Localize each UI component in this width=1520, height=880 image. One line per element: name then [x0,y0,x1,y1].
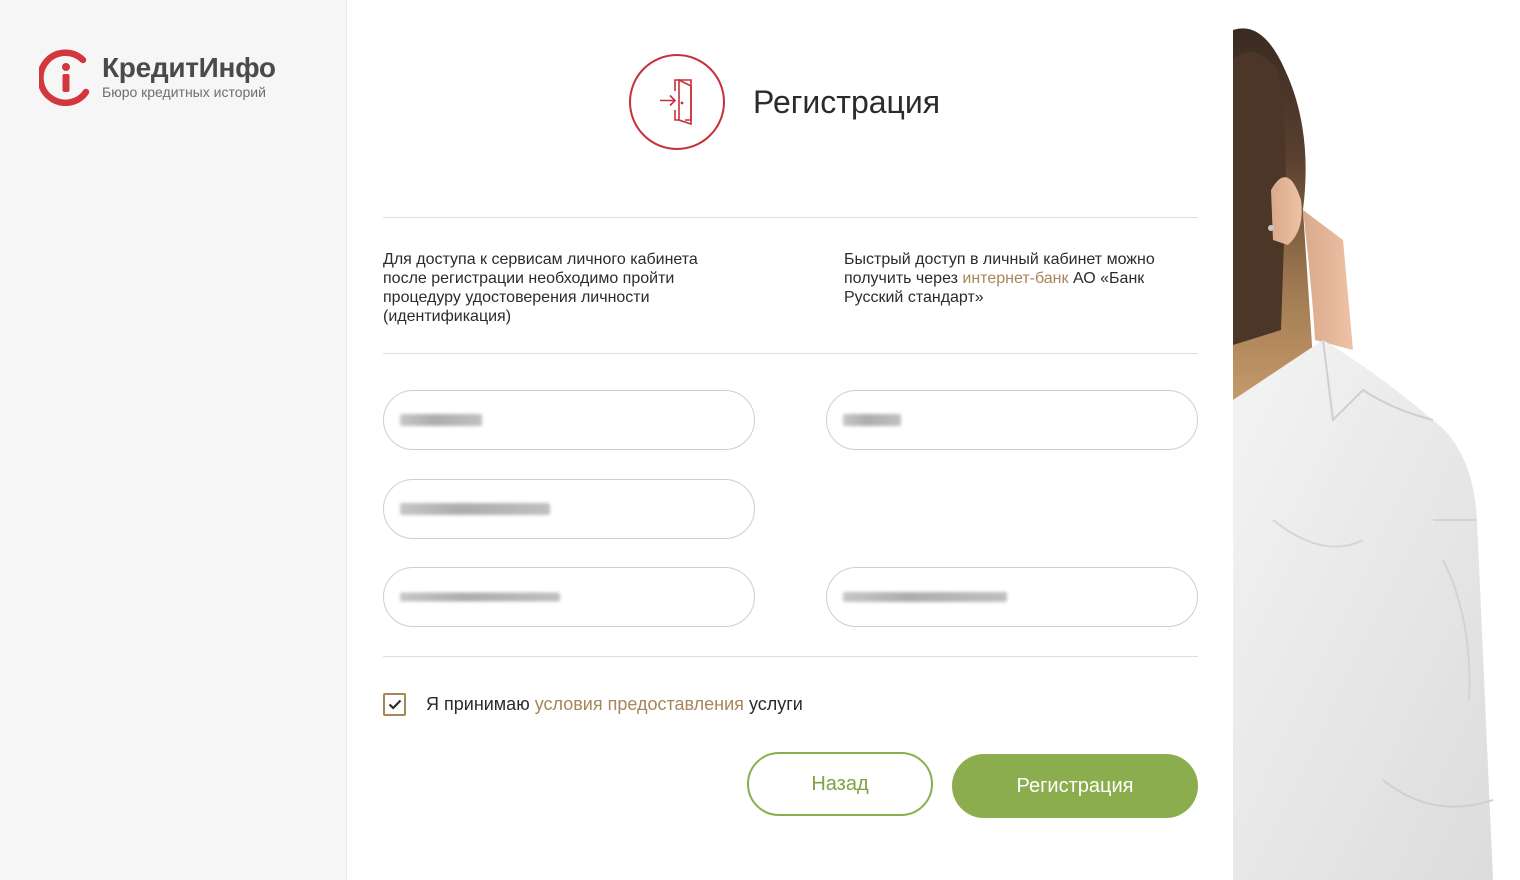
page-header: Регистрация [629,54,940,150]
field-value-redacted [400,592,560,602]
terms-label-suffix: услуги [743,694,803,714]
identification-notice: Для доступа к сервисам личного кабинета … [383,251,698,325]
form-field-4[interactable] [383,567,755,627]
internet-bank-link[interactable]: интернет-банк [962,270,1068,287]
divider-middle [383,353,1198,354]
field-value-redacted [843,414,901,426]
brand-logo[interactable]: КредитИнфо Бюро кредитных историй [39,48,276,106]
registration-panel: Регистрация Для доступа к сервисам лично… [346,0,1233,880]
woman-photo [1233,0,1520,880]
form-field-5[interactable] [826,567,1198,627]
brand-name: КредитИнфо [102,51,276,83]
field-value-redacted [843,592,1007,602]
register-button[interactable]: Регистрация [952,754,1198,818]
check-icon [388,699,401,710]
divider-bottom [383,656,1198,657]
terms-consent: Я принимаю условия предоставления услуги [383,693,803,716]
info-logo-icon [39,49,90,106]
terms-checkbox[interactable] [383,693,406,716]
brand-tagline: Бюро кредитных историй [102,83,266,100]
field-value-redacted [400,414,482,426]
form-field-1[interactable] [383,390,755,450]
terms-label-prefix: Я принимаю [426,694,535,714]
page-title: Регистрация [753,83,941,120]
form-field-2[interactable] [826,390,1198,450]
back-button[interactable]: Назад [747,752,933,816]
terms-link[interactable]: условия предоставления [535,694,744,714]
divider-top [383,217,1198,218]
field-value-redacted [400,503,550,515]
internet-bank-notice: Быстрый доступ в личный кабинет можно по… [844,250,1184,307]
terms-label: Я принимаю условия предоставления услуги [426,694,803,715]
form-field-3[interactable] [383,479,755,539]
door-enter-icon [629,54,725,150]
